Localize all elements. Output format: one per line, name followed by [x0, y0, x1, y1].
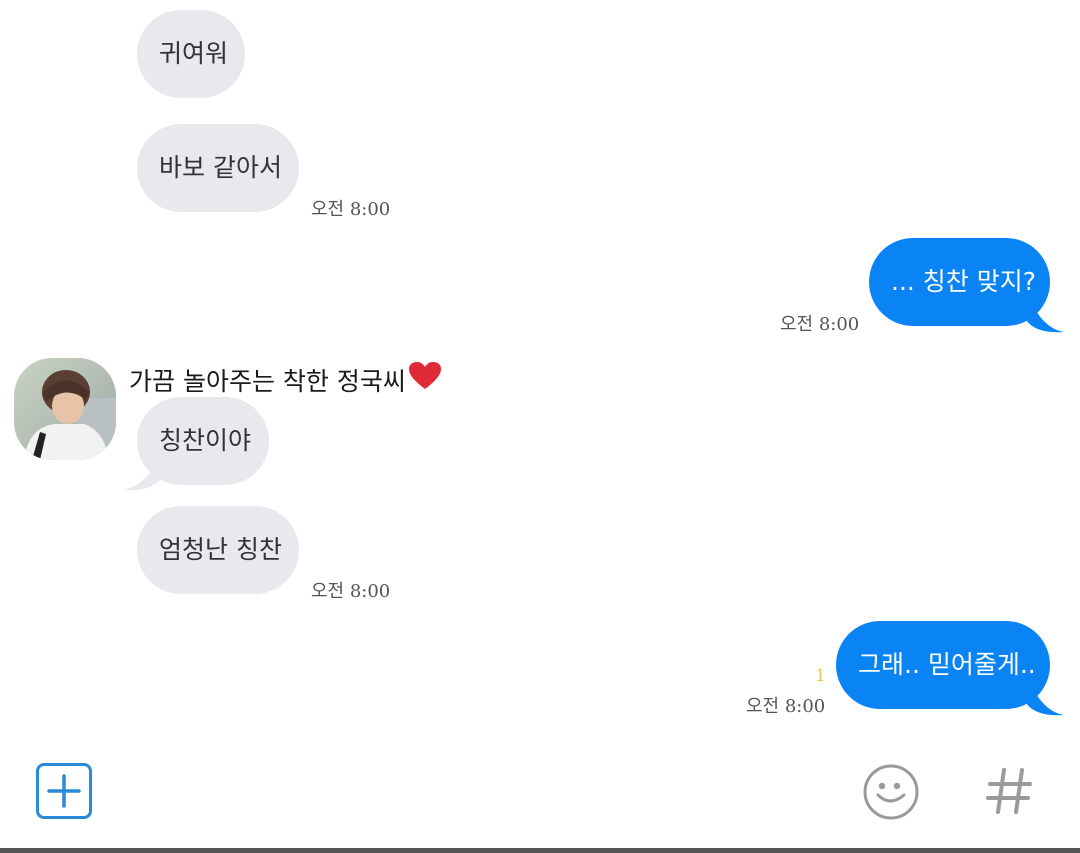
emoji-button[interactable]	[862, 763, 920, 821]
message-bubble-received[interactable]: 칭찬이야	[137, 397, 269, 485]
message-timestamp: 오전 8:00	[780, 314, 860, 335]
plus-icon	[47, 774, 81, 808]
message-text: 엄청난 칭찬	[159, 535, 282, 564]
message-bubble-sent[interactable]: ... 칭찬 맞지?	[869, 238, 1050, 326]
chat-screen: 귀여워 바보 같아서 오전 8:00 ... 칭찬 맞지? 오전 8:00 가끔…	[0, 0, 1080, 853]
unread-count: 1	[815, 666, 826, 686]
bubble-tail	[1026, 290, 1064, 333]
message-timestamp: 오전 8:00	[746, 696, 826, 717]
message-text: 바보 같아서	[159, 153, 282, 182]
message-bubble-sent[interactable]: 그래.. 믿어줄게..	[836, 621, 1050, 709]
heart-icon	[409, 362, 441, 389]
hashtag-button[interactable]	[980, 760, 1040, 820]
hash-icon	[986, 768, 1032, 814]
divider	[0, 848, 1080, 853]
message-timestamp: 오전 8:00	[311, 581, 391, 602]
emoji-icon	[863, 764, 919, 820]
message-text: ... 칭찬 맞지?	[891, 267, 1037, 296]
message-bubble-received[interactable]: 엄청난 칭찬	[137, 506, 299, 594]
avatar-photo	[14, 358, 116, 460]
attach-button[interactable]	[36, 763, 92, 819]
message-bubble-received[interactable]: 귀여워	[137, 10, 245, 98]
avatar[interactable]	[14, 358, 116, 460]
message-bubble-received[interactable]: 바보 같아서	[137, 124, 299, 212]
message-text: 그래.. 믿어줄게..	[858, 650, 1036, 679]
message-text: 귀여워	[159, 39, 229, 68]
bubble-tail	[1026, 673, 1064, 716]
message-text: 칭찬이야	[159, 426, 252, 455]
message-timestamp: 오전 8:00	[311, 199, 391, 220]
sender-name: 가끔 놀아주는 착한 정국씨	[129, 367, 406, 396]
